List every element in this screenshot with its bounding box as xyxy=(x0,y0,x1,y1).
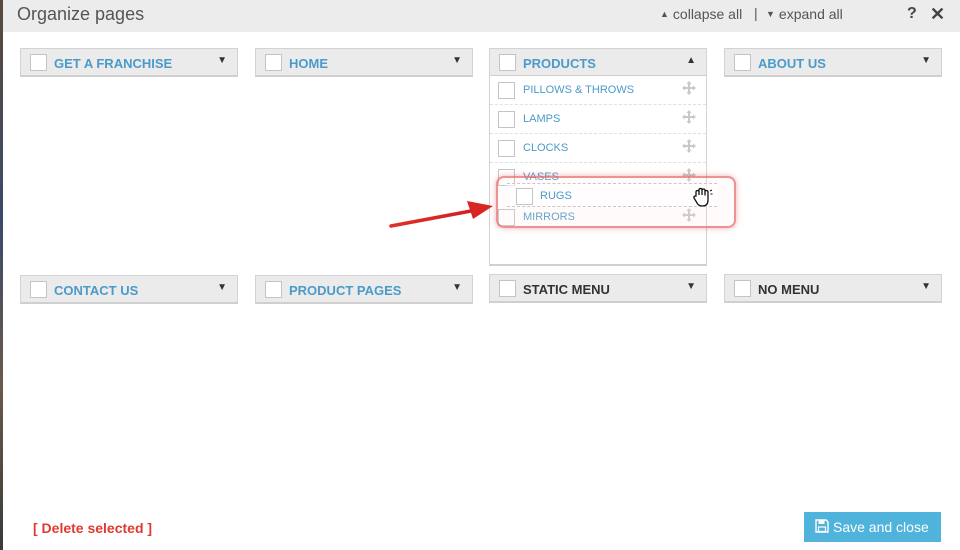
submenu-item[interactable]: LAMPS xyxy=(490,105,706,134)
menu-static-menu[interactable]: STATIC MENU ▼ xyxy=(489,274,707,303)
item-label[interactable]: RUGS xyxy=(540,190,572,202)
dialog-header: Organize pages ▲ collapse all | ▼ expand a… xyxy=(3,0,960,32)
menu-label[interactable]: STATIC MENU xyxy=(523,282,610,297)
annotation-arrow xyxy=(389,201,493,228)
triangle-up-icon: ▲ xyxy=(660,9,669,19)
menu-label[interactable]: ABOUT US xyxy=(758,56,826,71)
menu-label[interactable]: HOME xyxy=(289,56,328,71)
expand-all-link[interactable]: ▼ expand all xyxy=(766,6,843,22)
dragging-item[interactable]: RUGS xyxy=(507,183,717,207)
background-window-edge xyxy=(0,0,3,550)
menu-checkbox[interactable] xyxy=(499,280,516,297)
menu-contact-us[interactable]: CONTACT US ▼ xyxy=(20,275,238,304)
caret-down-icon[interactable]: ▼ xyxy=(921,281,931,292)
header-separator: | xyxy=(754,5,758,21)
caret-down-icon[interactable]: ▼ xyxy=(217,55,227,66)
caret-down-icon[interactable]: ▼ xyxy=(921,55,931,66)
menu-checkbox[interactable] xyxy=(734,54,751,71)
menu-label[interactable]: GET A FRANCHISE xyxy=(54,56,172,71)
save-button-label: Save and close xyxy=(833,519,929,535)
item-checkbox[interactable] xyxy=(498,111,515,128)
item-label[interactable]: LAMPS xyxy=(523,113,560,125)
caret-up-icon[interactable]: ▲ xyxy=(686,55,696,66)
caret-down-icon[interactable]: ▼ xyxy=(452,55,462,66)
delete-selected-link[interactable]: [ Delete selected ] xyxy=(33,520,152,536)
move-icon[interactable] xyxy=(682,139,696,153)
menu-label[interactable]: PRODUCT PAGES xyxy=(289,283,401,298)
menu-home[interactable]: HOME ▼ xyxy=(255,48,473,77)
menu-label[interactable]: NO MENU xyxy=(758,282,819,297)
caret-down-icon[interactable]: ▼ xyxy=(217,282,227,293)
menu-checkbox[interactable] xyxy=(30,281,47,298)
menu-label[interactable]: PRODUCTS xyxy=(523,56,596,71)
menu-checkbox[interactable] xyxy=(265,54,282,71)
menu-products[interactable]: PRODUCTS ▲ xyxy=(489,48,707,77)
item-label[interactable]: PILLOWS & THROWS xyxy=(523,84,634,96)
move-icon[interactable] xyxy=(682,81,696,95)
products-submenu: PILLOWS & THROWS LAMPS CLOCKS VASES MIRR… xyxy=(489,76,707,266)
caret-down-icon[interactable]: ▼ xyxy=(686,281,696,292)
item-label[interactable]: CLOCKS xyxy=(523,142,568,154)
save-and-close-button[interactable]: Save and close xyxy=(804,512,941,542)
floppy-disk-icon xyxy=(815,519,829,533)
menu-checkbox[interactable] xyxy=(30,54,47,71)
menu-get-a-franchise[interactable]: GET A FRANCHISE ▼ xyxy=(20,48,238,77)
item-checkbox[interactable] xyxy=(498,82,515,99)
menu-product-pages[interactable]: PRODUCT PAGES ▼ xyxy=(255,275,473,304)
menu-label[interactable]: CONTACT US xyxy=(54,283,138,298)
close-icon[interactable]: ✕ xyxy=(930,4,945,25)
menu-checkbox[interactable] xyxy=(734,280,751,297)
expand-all-label: expand all xyxy=(778,6,843,22)
submenu-item[interactable]: PILLOWS & THROWS xyxy=(490,76,706,105)
collapse-all-label: collapse all xyxy=(672,6,743,22)
move-icon[interactable] xyxy=(682,110,696,124)
collapse-all-link[interactable]: ▲ collapse all xyxy=(660,6,742,22)
item-checkbox[interactable] xyxy=(516,188,533,205)
menu-no-menu[interactable]: NO MENU ▼ xyxy=(724,274,942,303)
submenu-item[interactable]: CLOCKS xyxy=(490,134,706,163)
dialog-title: Organize pages xyxy=(17,4,145,24)
caret-down-icon[interactable]: ▼ xyxy=(452,282,462,293)
triangle-down-icon: ▼ xyxy=(766,9,775,19)
help-icon[interactable]: ? xyxy=(907,5,917,23)
menu-checkbox[interactable] xyxy=(265,281,282,298)
menu-checkbox[interactable] xyxy=(499,54,516,71)
item-checkbox[interactable] xyxy=(498,140,515,157)
menu-about-us[interactable]: ABOUT US ▼ xyxy=(724,48,942,77)
grab-hand-icon xyxy=(693,187,713,207)
